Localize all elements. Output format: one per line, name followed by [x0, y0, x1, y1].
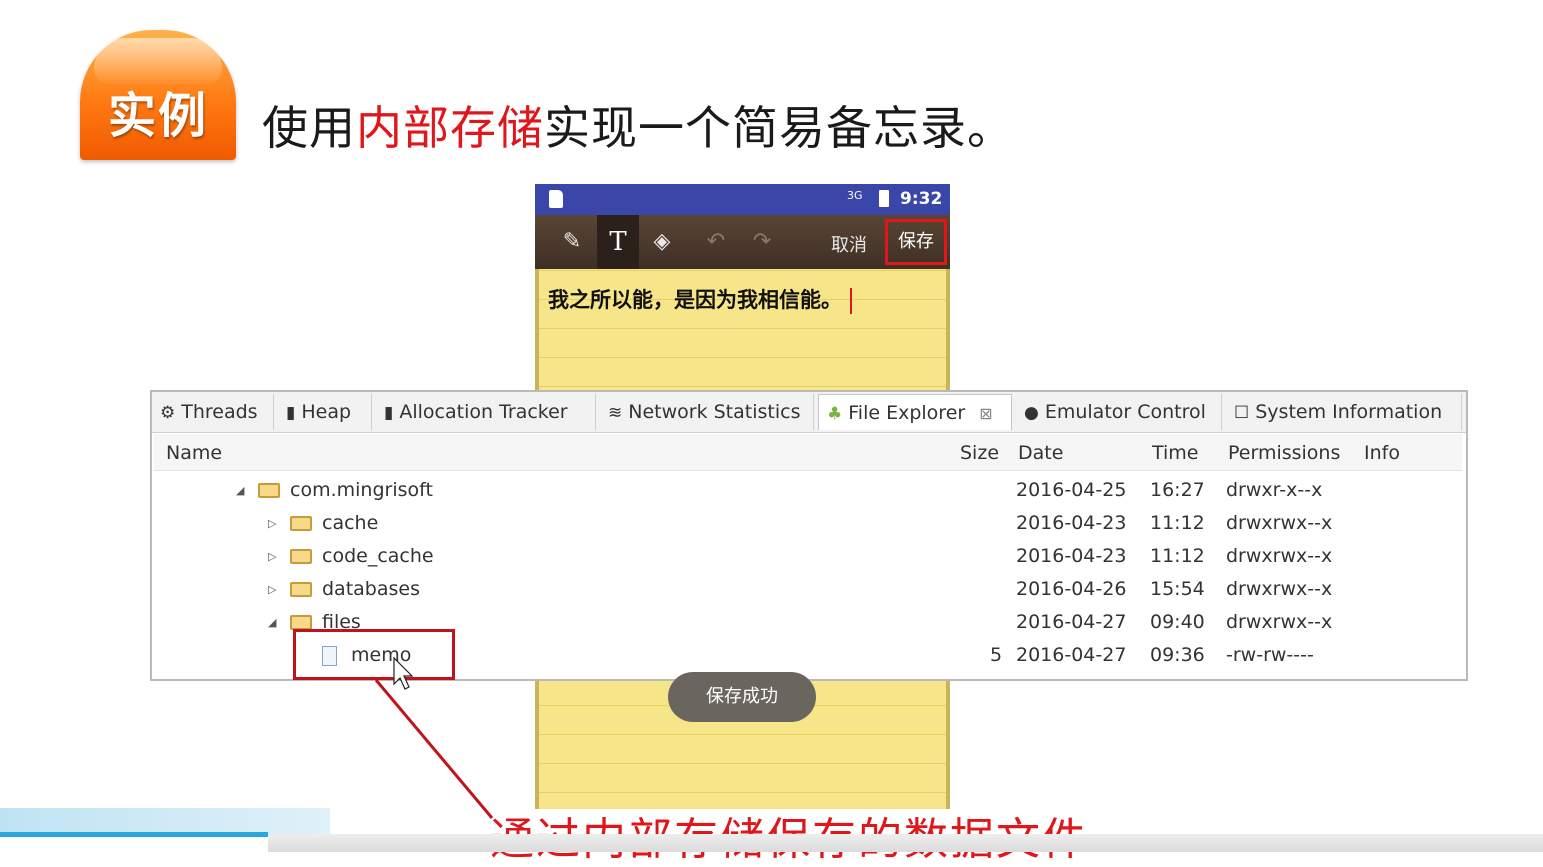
progress-bar [0, 832, 268, 837]
mouse-cursor-icon [393, 656, 414, 690]
annotation-arrow-line [374, 679, 494, 819]
toast-message: 保存成功 [668, 672, 816, 722]
annotation-overlay [374, 656, 494, 819]
bottom-shade [268, 834, 1543, 852]
